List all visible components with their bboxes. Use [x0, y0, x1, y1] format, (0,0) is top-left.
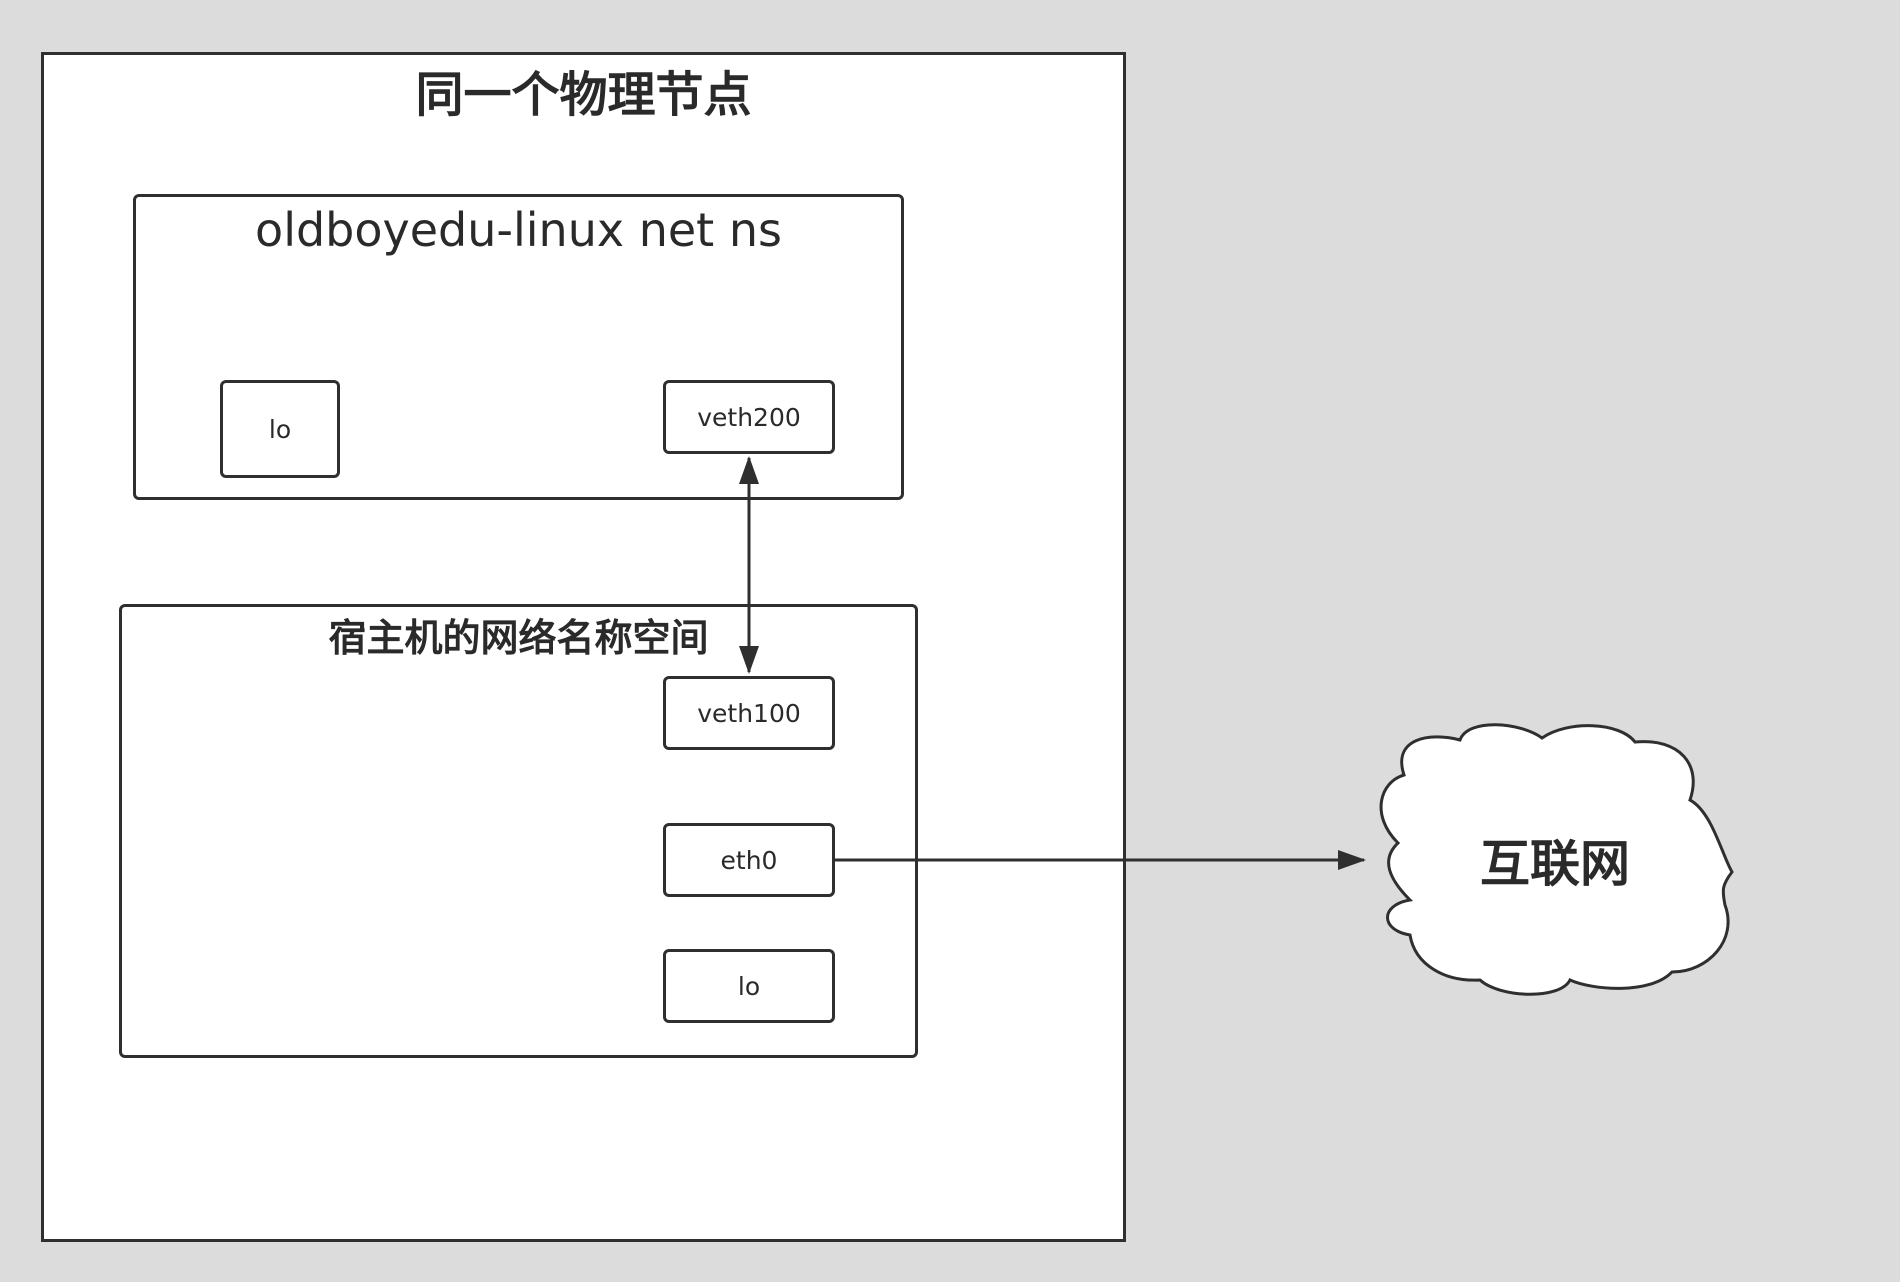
- connectors-layer: [739, 456, 1734, 996]
- internet-label: 互联网: [1480, 835, 1630, 893]
